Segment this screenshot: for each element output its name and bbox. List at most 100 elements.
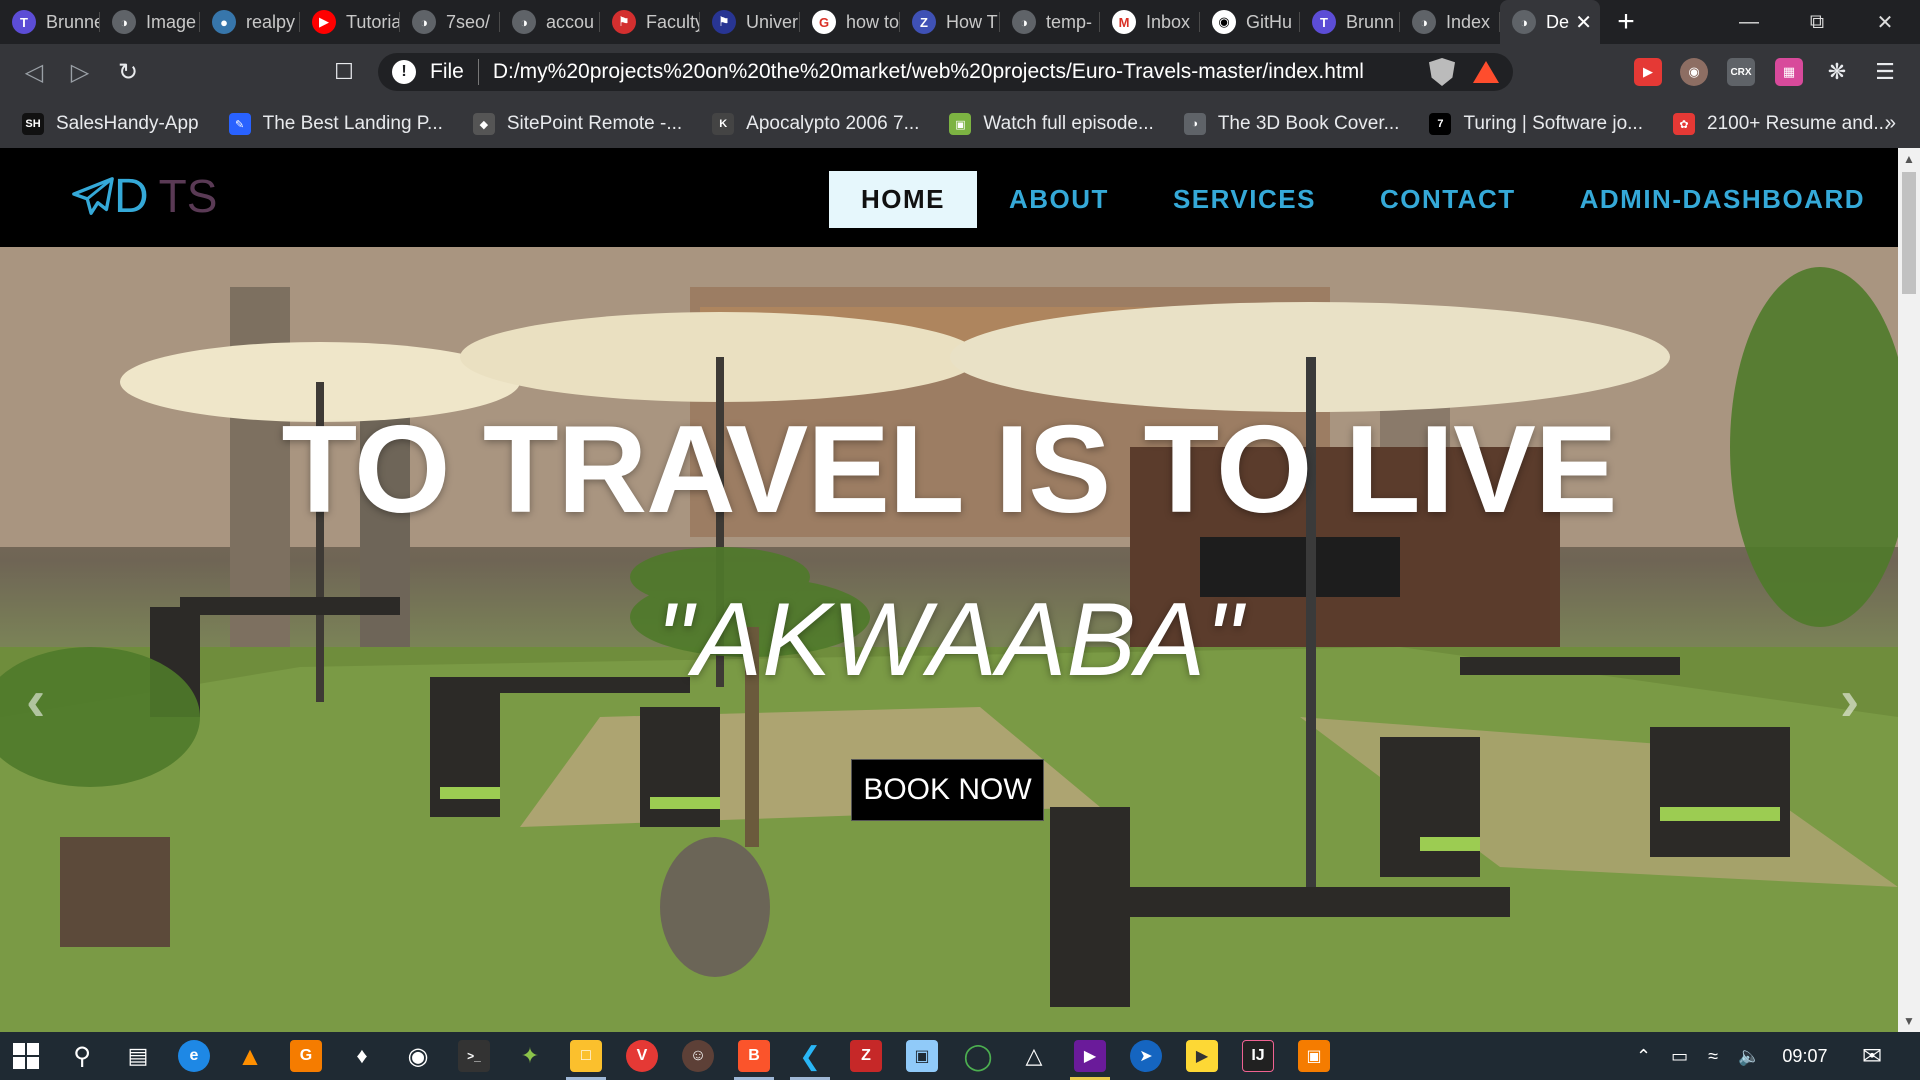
notifications-icon[interactable]: ✉ xyxy=(1856,1040,1888,1072)
browser-tab[interactable]: T Brunne xyxy=(0,0,100,44)
browser-tab[interactable]: ⚑ Faculty xyxy=(600,0,700,44)
site-logo[interactable]: D TS xyxy=(70,168,217,224)
nav-contact[interactable]: CONTACT xyxy=(1348,171,1548,228)
browser-tab[interactable]: ◑ 7seo/ xyxy=(400,0,500,44)
bookmark-item[interactable]: SH SalesHandy-App xyxy=(22,113,199,135)
tab-title: Univer xyxy=(746,11,799,32)
start-icon[interactable] xyxy=(10,1040,42,1072)
browser-tab[interactable]: T Brunn xyxy=(1300,0,1400,44)
app-orange-square-icon[interactable]: ▣ xyxy=(1298,1040,1330,1072)
bookmark-label: Apocalypto 2006 7... xyxy=(746,113,920,134)
browser-tab[interactable]: ◑ De ✕ xyxy=(1500,0,1600,44)
carousel-prev-icon[interactable]: ‹ xyxy=(26,667,45,734)
intellij-icon[interactable]: IJ xyxy=(1242,1040,1274,1072)
restore-icon[interactable]: ⧉ xyxy=(1783,0,1851,44)
extension-chart-icon[interactable]: ▦ xyxy=(1775,58,1803,86)
bookmark-item[interactable]: ✎ The Best Landing P... xyxy=(228,113,443,135)
nav-services[interactable]: SERVICES xyxy=(1141,171,1348,228)
extensions-puzzle-icon[interactable]: ❋ xyxy=(1823,58,1851,86)
app-orange-icon[interactable]: G xyxy=(290,1040,322,1072)
browser-tab[interactable]: ▶ Tutoria xyxy=(300,0,400,44)
edge-icon[interactable]: e xyxy=(178,1040,210,1072)
forward-icon[interactable]: ▷ xyxy=(64,56,96,88)
nav-about[interactable]: ABOUT xyxy=(977,171,1141,228)
brave-shield-icon[interactable] xyxy=(1429,58,1455,86)
globe-icon: ◑ xyxy=(412,10,436,34)
back-icon[interactable]: ◁ xyxy=(18,56,50,88)
browser-tab[interactable]: Ghow to xyxy=(800,0,900,44)
terminal-icon[interactable]: >_ xyxy=(458,1040,490,1072)
nav-admin-dashboard[interactable]: ADMIN-DASHBOARD xyxy=(1548,171,1897,228)
globe-icon: ◑ xyxy=(1412,10,1436,34)
nav-menu: HOME ABOUT SERVICES CONTACT ADMIN-DASHBOARD xyxy=(829,171,1897,228)
tab-title: De xyxy=(1546,11,1570,32)
bookmark-item[interactable]: 7 Turing | Software jo... xyxy=(1429,113,1643,135)
app-ring-icon[interactable]: ◯ xyxy=(962,1040,994,1072)
scroll-up-icon[interactable]: ▲ xyxy=(1903,152,1915,166)
browser-tab[interactable]: ◑ Index xyxy=(1400,0,1500,44)
scroll-thumb[interactable] xyxy=(1902,172,1916,294)
tab-title: temp- xyxy=(1046,11,1093,32)
extension-video-icon[interactable]: ▶ xyxy=(1634,58,1662,86)
address-bar[interactable]: ! File D:/my%20projects%20on%20the%20mar… xyxy=(378,53,1513,91)
bookmark-label: The 3D Book Cover... xyxy=(1217,113,1400,134)
app-green-icon[interactable]: ✦ xyxy=(514,1040,546,1072)
book-now-button[interactable]: BOOK NOW xyxy=(851,759,1044,821)
virtualbox-icon[interactable]: ▣ xyxy=(906,1040,938,1072)
address-url[interactable]: D:/my%20projects%20on%20the%20market/web… xyxy=(493,60,1429,84)
carousel-next-icon[interactable]: › xyxy=(1840,667,1859,734)
zapier-icon: Z xyxy=(912,10,936,34)
volume-muted-icon[interactable]: 🔈 xyxy=(1738,1046,1760,1067)
browser-tab[interactable]: ◉ GitHu xyxy=(1200,0,1300,44)
app-ship-icon[interactable]: △ xyxy=(1018,1040,1050,1072)
task-view-icon[interactable]: ▤ xyxy=(122,1040,154,1072)
vivaldi-icon[interactable]: V xyxy=(626,1040,658,1072)
logo-text: TS xyxy=(158,170,218,222)
visual-studio-icon[interactable]: ▶ xyxy=(1074,1040,1106,1072)
bookmark-icon[interactable]: ☐ xyxy=(328,56,360,88)
bookmark-item[interactable]: ▣ Watch full episode... xyxy=(949,113,1154,135)
bookmark-item[interactable]: K Apocalypto 2006 7... xyxy=(712,113,919,135)
browser-tab[interactable]: ◑ temp- xyxy=(1000,0,1100,44)
tab-strip: T Brunne ◑ Image ● realpy ▶ Tutoria ◑ 7seo/ ◑ accou… xyxy=(0,0,1920,44)
menu-icon[interactable]: ☰ xyxy=(1871,58,1899,86)
app-blue-circle-icon[interactable]: ➤ xyxy=(1130,1040,1162,1072)
more-bookmarks-button[interactable]: » xyxy=(1885,112,1896,135)
bookmark-item[interactable]: ◑ The 3D Book Cover... xyxy=(1183,113,1400,135)
browser-tab[interactable]: ◑ Image xyxy=(100,0,200,44)
obs-icon[interactable]: ◉ xyxy=(402,1040,434,1072)
tray-chevron-icon[interactable]: ⌃ xyxy=(1636,1046,1651,1067)
brave-rewards-icon[interactable] xyxy=(1473,61,1499,83)
scroll-down-icon[interactable]: ▼ xyxy=(1903,1014,1915,1028)
app-fox-icon[interactable]: ♦ xyxy=(346,1040,378,1072)
extension-avatar-icon[interactable]: ◉ xyxy=(1680,58,1708,86)
browser-tab[interactable]: ⚑ Univer xyxy=(700,0,800,44)
vlc-icon[interactable]: ▲ xyxy=(234,1040,266,1072)
vscode-icon[interactable]: ❮ xyxy=(794,1040,826,1072)
media-player-icon[interactable]: ▶ xyxy=(1186,1040,1218,1072)
wifi-icon[interactable]: ≈ xyxy=(1708,1046,1718,1067)
extension-crx-icon[interactable]: CRX xyxy=(1727,58,1755,86)
close-window-icon[interactable]: ✕ xyxy=(1851,0,1919,44)
nav-home[interactable]: HOME xyxy=(829,171,977,228)
search-icon[interactable]: ⚲ xyxy=(66,1040,98,1072)
reload-icon[interactable]: ↻ xyxy=(112,56,144,88)
bookmark-item[interactable]: ✿ 2100+ Resume and... xyxy=(1673,113,1889,135)
bookmark-item[interactable]: ◆ SitePoint Remote -... xyxy=(472,113,682,135)
file-explorer-icon[interactable]: □ xyxy=(570,1040,602,1072)
site-info-icon[interactable]: ! xyxy=(392,60,416,84)
minimize-icon[interactable]: — xyxy=(1715,0,1783,44)
browser-tab[interactable]: ◑ accou xyxy=(500,0,600,44)
browser-tab[interactable]: Z How T xyxy=(900,0,1000,44)
clock[interactable]: 09:07 xyxy=(1782,1046,1827,1067)
close-tab-icon[interactable]: ✕ xyxy=(1575,10,1592,35)
browser-tab[interactable]: M Inbox xyxy=(1100,0,1200,44)
page-scrollbar[interactable]: ▲ ▼ xyxy=(1898,148,1920,1032)
brave-icon[interactable]: B xyxy=(738,1040,770,1072)
browser-tab[interactable]: ● realpy xyxy=(200,0,300,44)
T-icon: T xyxy=(12,10,36,34)
filezilla-icon[interactable]: Z xyxy=(850,1040,882,1072)
battery-icon[interactable]: ▭ xyxy=(1671,1046,1688,1067)
new-tab-button[interactable]: + xyxy=(1604,0,1648,44)
app-mascot-icon[interactable]: ☺ xyxy=(682,1040,714,1072)
